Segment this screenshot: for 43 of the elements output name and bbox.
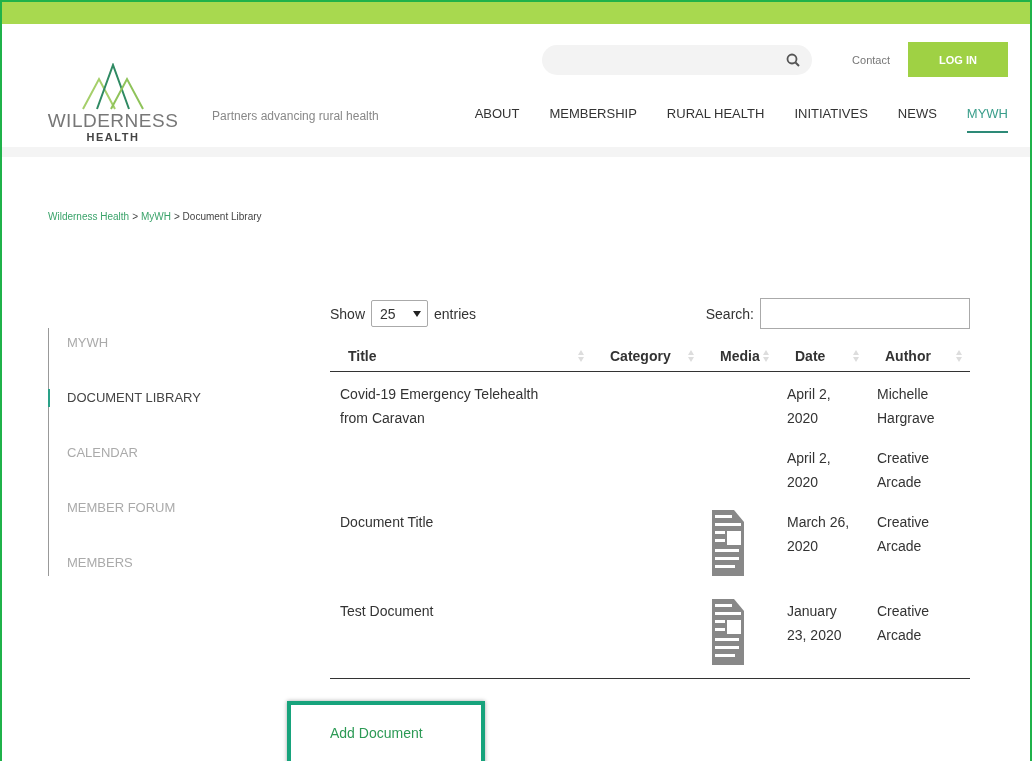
tagline: Partners advancing rural health	[212, 109, 379, 123]
sort-icon	[688, 350, 694, 362]
table-cell: Creative Arcade	[877, 450, 930, 490]
table-cell: January 23, 2020	[787, 603, 842, 643]
table-cell: Document Title	[340, 514, 434, 530]
show-label: Show	[330, 305, 366, 322]
search-icon	[786, 52, 801, 67]
column-header[interactable]: Title	[348, 348, 377, 364]
nav-link[interactable]: NEWS	[897, 106, 937, 133]
breadcrumb-separator: >	[132, 211, 138, 222]
sort-icon	[763, 350, 769, 362]
add-document-link[interactable]: Add Document	[330, 725, 423, 741]
breadcrumb-current: > Document Library	[174, 211, 262, 222]
table-cell: Creative Arcade	[877, 514, 930, 554]
sort-icon	[578, 350, 584, 362]
sort-icon	[956, 350, 962, 362]
sort-icon	[853, 350, 859, 362]
table-cell: April 2, 2020	[787, 450, 831, 490]
table-search-field[interactable]	[760, 298, 970, 329]
table-cell: April 2, 2020	[787, 386, 831, 426]
search-label: Search:	[705, 305, 754, 322]
table-cell: Creative Arcade	[877, 603, 930, 643]
mountains-logo-icon	[81, 63, 145, 111]
nav-link[interactable]: MEMBERSHIP	[549, 106, 637, 133]
column-header[interactable]: Date	[795, 348, 826, 364]
logo-subtitle: HEALTH	[86, 131, 140, 143]
column-header[interactable]: Media	[720, 348, 760, 364]
table-cell: Covid-19 Emergency Telehealth from Caravan	[340, 386, 539, 426]
nav-link[interactable]: RURAL HEALTH	[666, 106, 765, 133]
caret-icon	[413, 310, 422, 317]
logo-name: WILDERNESS	[47, 111, 179, 131]
search-field[interactable]	[542, 44, 813, 75]
nav-link[interactable]: INITIATIVES	[794, 106, 868, 133]
column-header[interactable]: Author	[885, 348, 931, 364]
table-cell: Test Document	[340, 603, 434, 619]
column-header[interactable]: Category	[610, 348, 671, 364]
entries-label: entries	[434, 305, 477, 322]
contact-link[interactable]: Contact	[852, 53, 890, 66]
page-size-select[interactable]: 25	[371, 300, 429, 327]
sidebar-item[interactable]: DOCUMENT LIBRARY	[48, 389, 330, 407]
table-cell: March 26, 2020	[787, 514, 850, 554]
nav-link[interactable]: ABOUT	[474, 106, 520, 133]
table-cell: Michelle Hargrave	[877, 386, 935, 426]
